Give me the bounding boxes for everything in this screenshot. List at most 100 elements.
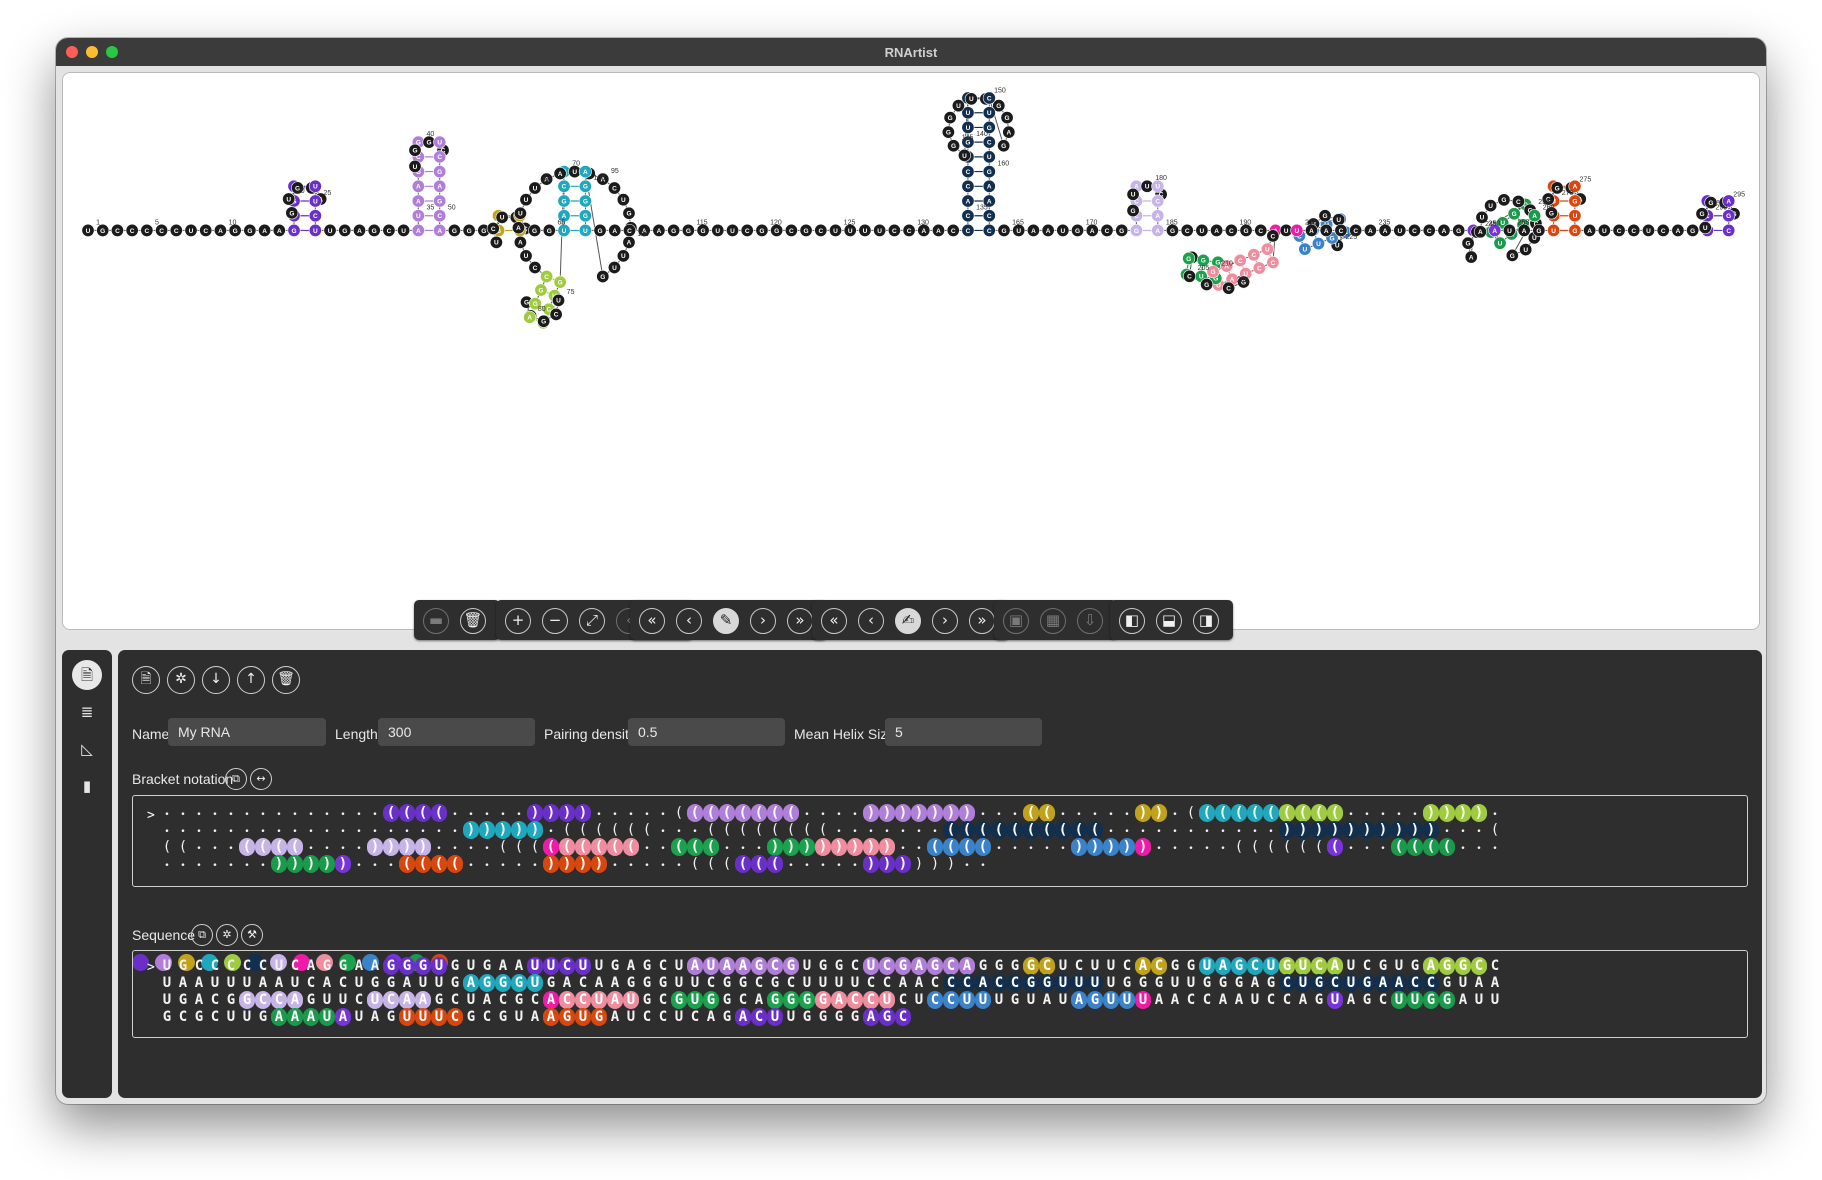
nucleotide[interactable]: U	[607, 261, 621, 275]
nucleotide[interactable]: A	[353, 223, 366, 237]
nucleotide[interactable]: U	[951, 99, 965, 113]
nucleotide[interactable]: A	[1026, 223, 1040, 237]
nucleotide[interactable]: G	[1071, 223, 1085, 237]
nucleotide[interactable]: U	[982, 150, 996, 164]
database-icon[interactable]: ≣	[72, 697, 102, 727]
settings-icon[interactable]: ✲	[216, 924, 238, 946]
nucleotide[interactable]: U	[1519, 243, 1533, 257]
nucleotide[interactable]: U	[858, 223, 872, 237]
nucleotide[interactable]: C	[433, 209, 447, 223]
nucleotide[interactable]: U	[282, 192, 296, 206]
nucleotide[interactable]: U	[528, 181, 542, 195]
nucleotide[interactable]: U	[323, 223, 337, 237]
book-icon[interactable]: ▮	[72, 771, 102, 801]
nucleotide[interactable]: C	[623, 223, 636, 237]
nucleotide[interactable]: C	[1252, 261, 1266, 275]
pairing-density-field[interactable]: 0.5	[628, 718, 785, 746]
nucleotide[interactable]: A	[411, 179, 425, 193]
nucleotide[interactable]: G	[1000, 111, 1014, 125]
nucleotide[interactable]: A	[553, 167, 567, 180]
nucleotide[interactable]: U	[552, 293, 565, 307]
nucleotide[interactable]: A	[1151, 209, 1165, 223]
forward-icon[interactable]: ›	[750, 608, 776, 634]
brush-icon[interactable]: ✎	[713, 608, 739, 634]
nucleotide[interactable]: U	[1547, 223, 1561, 237]
nucleotide[interactable]: U	[1597, 223, 1611, 237]
nucleotide[interactable]: C	[946, 223, 960, 237]
nucleotide[interactable]: U	[578, 223, 592, 237]
first-icon[interactable]: «	[639, 608, 665, 634]
nucleotide[interactable]: C	[607, 181, 621, 195]
nucleotide[interactable]: A	[513, 235, 527, 249]
nucleotide[interactable]: A	[1464, 250, 1478, 264]
nucleotide[interactable]: C	[382, 223, 396, 237]
nucleotide[interactable]: C	[1266, 229, 1280, 243]
save-icon[interactable]: ▣	[1003, 608, 1029, 634]
nucleotide[interactable]: G	[553, 275, 567, 289]
nucleotide[interactable]: C	[887, 223, 901, 237]
nucleotide[interactable]: A	[608, 223, 622, 237]
wrench-icon[interactable]: ⚒	[241, 924, 263, 946]
nucleotide[interactable]: U	[408, 159, 422, 173]
nucleotide[interactable]: C	[199, 223, 213, 237]
nucleotide[interactable]: G	[447, 223, 461, 237]
nucleotide[interactable]: A	[1363, 223, 1377, 237]
back-icon[interactable]: ‹	[858, 608, 884, 634]
trash-icon[interactable]: 🗑	[460, 608, 486, 634]
structure-canvas[interactable]: UGCCCCCUCAGGAAGGGUGUGAAUUCUUGAGCUAUAAGCG…	[62, 72, 1760, 630]
nucleotide[interactable]: U	[957, 148, 971, 162]
nucleotide[interactable]: C	[1233, 253, 1247, 267]
nucleotide[interactable]: G	[667, 223, 681, 237]
nucleotide[interactable]: A	[1437, 223, 1451, 237]
grid-icon[interactable]: ▦	[1040, 608, 1066, 634]
nucleotide[interactable]: G	[1182, 251, 1196, 265]
nucleotide[interactable]: A	[258, 223, 272, 237]
nucleotide[interactable]: U	[1311, 237, 1325, 251]
draw-icon[interactable]: ✍	[895, 608, 921, 634]
nucleotide[interactable]: U	[1126, 187, 1140, 201]
sequence-box[interactable]: > UGCCCCCUCAGGAAGGGUGUGAAUUCUUGAGCUAUAAG…	[132, 950, 1748, 1038]
nucleotide[interactable]: G	[408, 143, 422, 157]
nucleotide[interactable]: C	[540, 269, 554, 283]
nucleotide[interactable]: G	[537, 314, 551, 328]
nucleotide[interactable]: G	[367, 223, 381, 237]
nucleotide[interactable]: U	[1484, 199, 1498, 213]
nucleotide[interactable]: C	[125, 223, 139, 237]
fit-icon[interactable]: ⤢	[579, 608, 605, 634]
nucleotide[interactable]: U	[982, 106, 996, 120]
length-field[interactable]: 300	[378, 718, 535, 746]
nucleotide[interactable]: C	[528, 261, 542, 275]
chart-icon[interactable]: ◺	[72, 734, 102, 764]
nucleotide[interactable]: U	[81, 223, 95, 237]
nucleotide[interactable]: C	[1722, 223, 1736, 237]
nucleotide[interactable]: C	[1511, 194, 1525, 208]
nucleotide[interactable]: G	[578, 209, 592, 223]
nucleotide[interactable]: C	[1656, 223, 1670, 237]
export-icon[interactable]: ⇩	[1077, 608, 1103, 634]
nucleotide[interactable]: G	[433, 165, 447, 179]
right-panel-icon[interactable]: ◨	[1193, 608, 1219, 634]
nucleotide[interactable]: G	[243, 223, 257, 237]
nucleotide[interactable]: U	[519, 193, 533, 207]
nucleotide[interactable]: A	[411, 223, 425, 237]
delete-icon[interactable]: 🗑	[272, 666, 300, 694]
nucleotide[interactable]: U	[616, 193, 630, 207]
nucleotide[interactable]: G	[1695, 207, 1709, 221]
mean-helix-size-field[interactable]: 5	[885, 718, 1042, 746]
nucleotide[interactable]: A	[523, 310, 537, 324]
nucleotide[interactable]: G	[941, 125, 955, 139]
nucleotide[interactable]: U	[1642, 223, 1655, 237]
nucleotide[interactable]: U	[726, 223, 739, 237]
back-icon[interactable]: ‹	[676, 608, 702, 634]
first-icon[interactable]: «	[821, 608, 847, 634]
nucleotide[interactable]: G	[681, 223, 695, 237]
nucleotide[interactable]: C	[1100, 223, 1114, 237]
nucleotide[interactable]: U	[308, 223, 322, 237]
nucleotide[interactable]: C	[549, 307, 563, 321]
nucleotide[interactable]: A	[1002, 125, 1016, 139]
nucleotide[interactable]: U	[711, 223, 725, 237]
nucleotide[interactable]: G	[943, 111, 957, 125]
nucleotide[interactable]: G	[578, 179, 592, 193]
nucleotide[interactable]: G	[285, 206, 299, 220]
settings-icon[interactable]: ✲	[167, 666, 195, 694]
